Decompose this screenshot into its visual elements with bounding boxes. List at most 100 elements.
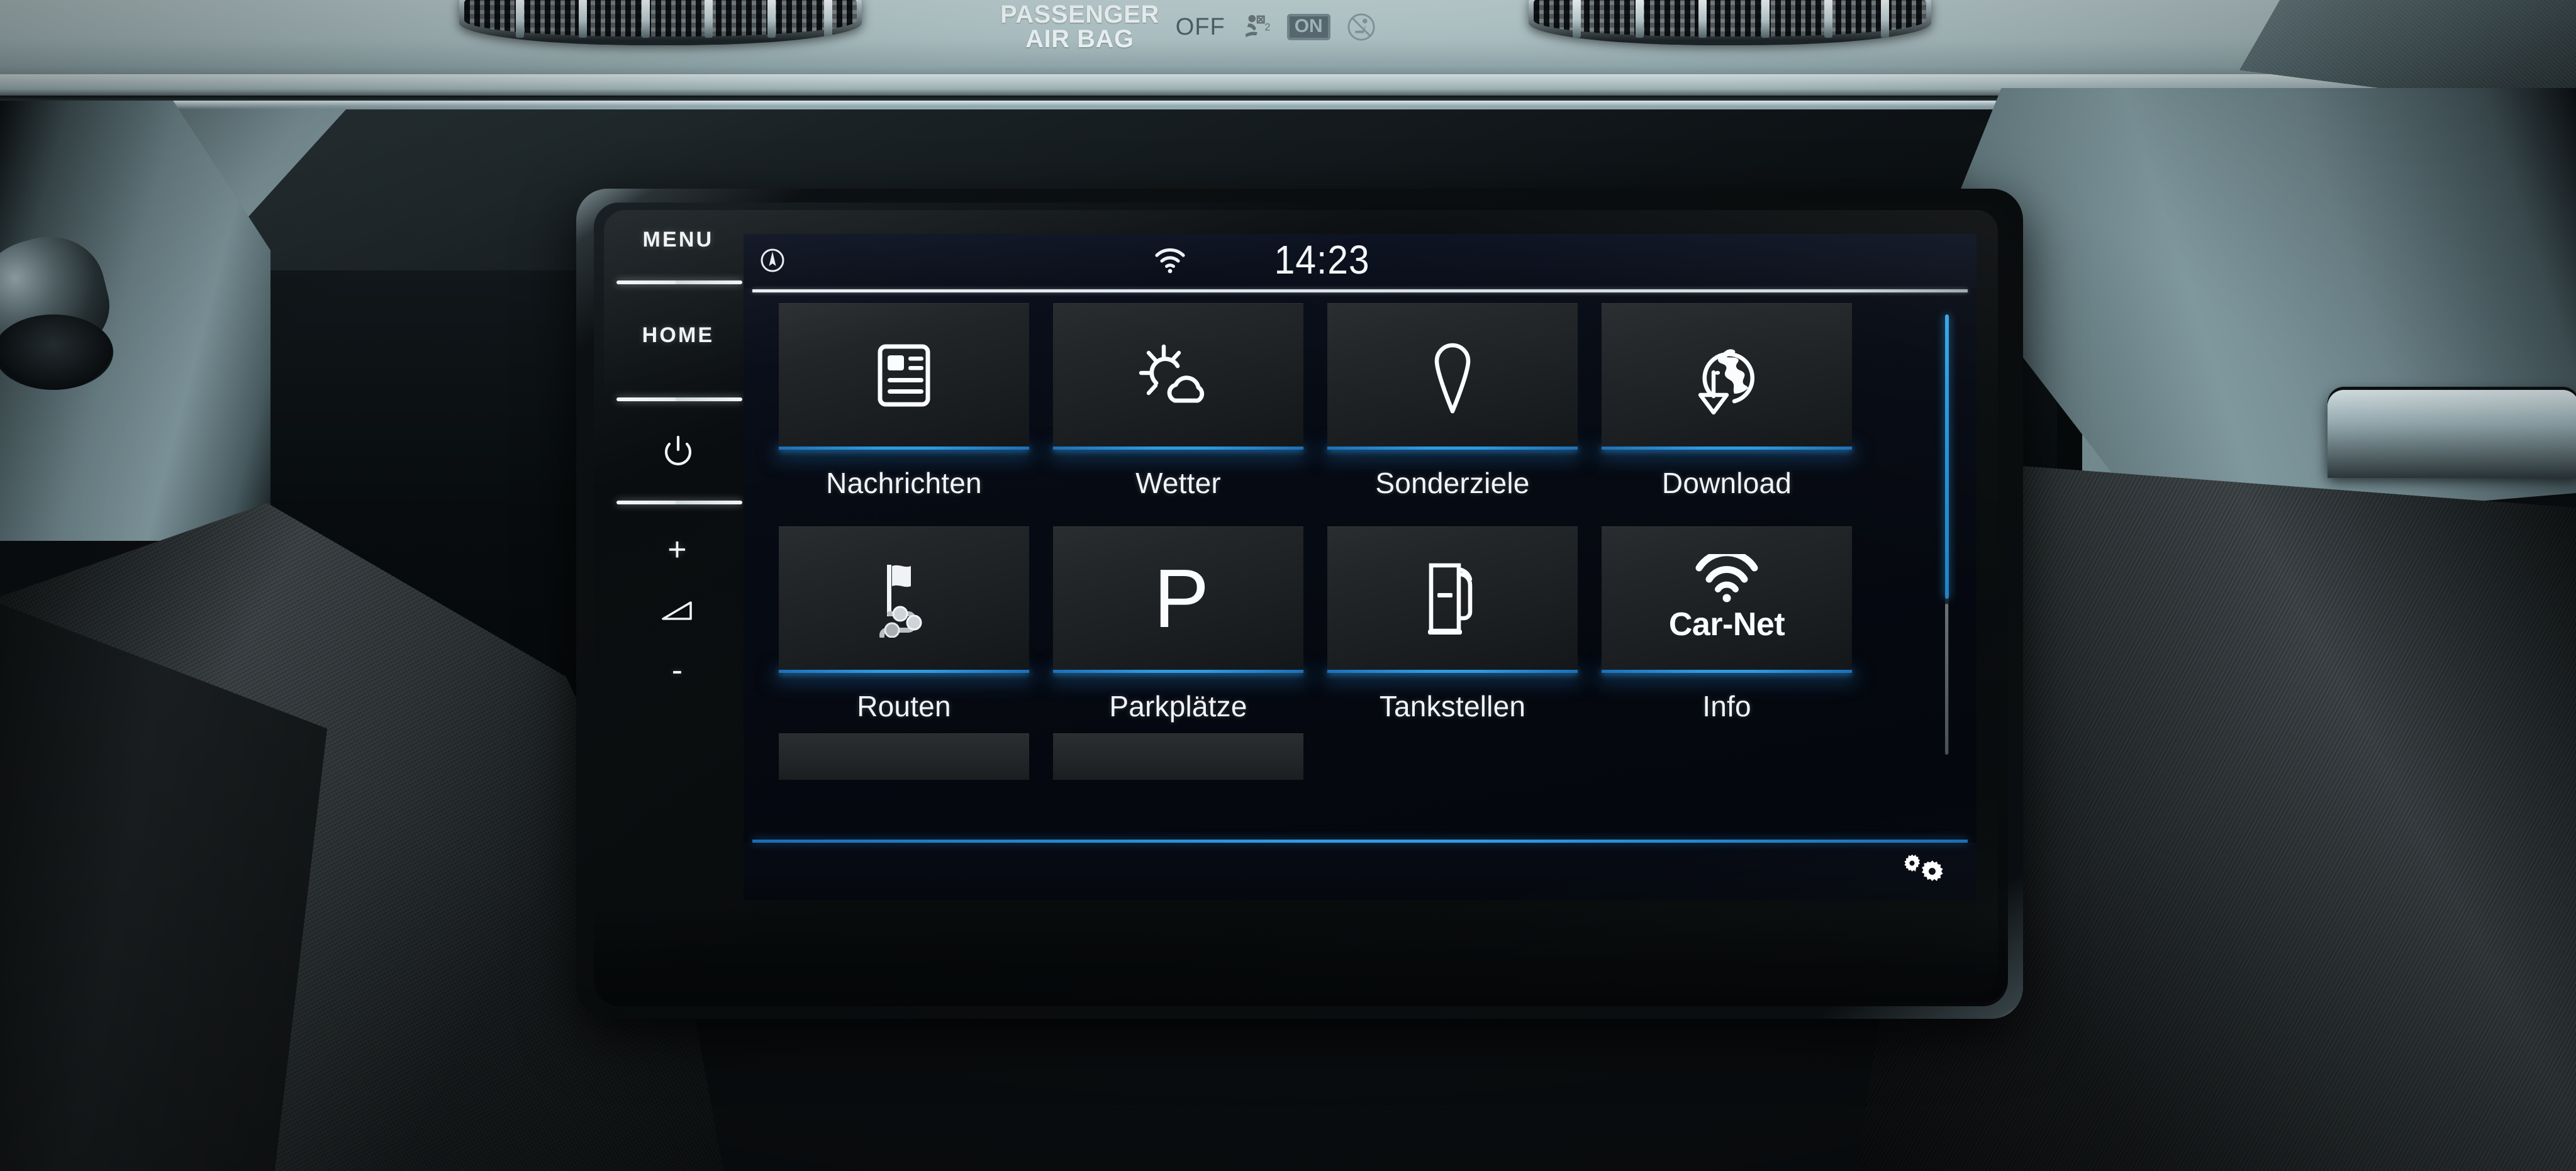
passenger-airbag-indicator: PASSENGER AIR BAG OFF 2 ON xyxy=(1000,1,1376,53)
gears-icon xyxy=(1904,854,1943,881)
menu-grid-row: Routen P Parkplätze Tankstellen Car-Net … xyxy=(779,526,1892,723)
tile-download[interactable]: Download xyxy=(1602,303,1852,500)
tile-download-box[interactable] xyxy=(1602,303,1852,447)
air-vent-right[interactable] xyxy=(1529,0,1931,45)
no-child-seat-icon xyxy=(1347,13,1375,41)
vent-slat xyxy=(1698,0,1707,38)
tile-tankstellen-box[interactable] xyxy=(1327,526,1578,670)
parking-p-icon: P xyxy=(1154,555,1209,643)
vent-slat xyxy=(579,0,587,38)
tile-wetter-label: Wetter xyxy=(1135,467,1221,499)
tile-info-accent xyxy=(1602,670,1852,673)
tile-parkplaetze-accent xyxy=(1053,670,1303,673)
tile-routen-accent xyxy=(779,670,1029,673)
status-bar-divider xyxy=(752,289,1968,292)
tile-row3-partial[interactable] xyxy=(1053,733,1303,780)
bezel-key-divider xyxy=(616,280,742,284)
home-button[interactable]: HOME xyxy=(603,323,754,348)
volume-up-button[interactable]: + xyxy=(603,531,754,569)
globe-download-icon xyxy=(1698,348,1755,414)
bezel-key-divider xyxy=(616,397,742,401)
vent-slat xyxy=(516,0,524,38)
tile-info-label: Info xyxy=(1702,690,1751,723)
tile-routen[interactable]: Routen xyxy=(779,526,1029,723)
car-net-wordmark: Car-Net xyxy=(1668,606,1785,643)
tile-info-box[interactable]: Car-Net xyxy=(1602,526,1852,670)
airbag-title: PASSENGER AIR BAG xyxy=(1000,1,1159,53)
tile-row3-box[interactable] xyxy=(1053,733,1303,780)
svg-text:P: P xyxy=(1154,555,1209,643)
news-icon xyxy=(878,344,930,406)
menu-grid: Nachrichten Wetter Sonderziele Download … xyxy=(779,303,1892,780)
tile-tankstellen[interactable]: Tankstellen xyxy=(1327,526,1578,723)
vent-slat xyxy=(1881,0,1889,38)
dash-right-handle[interactable] xyxy=(2328,390,2576,478)
menu-button[interactable]: MENU xyxy=(603,228,754,252)
menu-grid-row-partial xyxy=(779,733,1892,780)
status-bar: 14:23 xyxy=(744,234,1977,288)
tile-parkplaetze[interactable]: P Parkplätze xyxy=(1053,526,1303,723)
power-icon xyxy=(664,435,692,465)
menu-grid-row-gap xyxy=(779,500,1892,526)
vent-slat xyxy=(1636,0,1644,38)
tile-wetter-box[interactable] xyxy=(1053,303,1303,447)
tile-routen-label: Routen xyxy=(857,690,951,723)
air-vent-right-grille xyxy=(1534,0,1926,36)
navigation-status-button[interactable] xyxy=(757,245,788,275)
power-button[interactable] xyxy=(603,435,754,470)
tile-parkplaetze-label: Parkplätze xyxy=(1109,690,1247,723)
tile-sonderziele-box[interactable] xyxy=(1327,303,1578,447)
airbag-off-label: OFF xyxy=(1175,13,1225,40)
tile-parkplaetze-box[interactable]: P xyxy=(1053,526,1303,670)
vent-slat xyxy=(767,0,776,38)
vent-slat xyxy=(1761,0,1770,38)
wifi-status-icon xyxy=(1154,247,1186,274)
volume-indicator xyxy=(603,599,754,624)
tile-info[interactable]: Car-Net Info xyxy=(1602,526,1852,723)
tile-row3-partial[interactable] xyxy=(779,733,1029,780)
flag-route-icon xyxy=(879,564,922,638)
fuel-pump-icon xyxy=(1428,563,1473,635)
vent-slat xyxy=(705,0,713,38)
tile-row3-box[interactable] xyxy=(779,733,1029,780)
tile-download-label: Download xyxy=(1661,467,1792,499)
vertical-scrollbar[interactable] xyxy=(1945,314,1949,755)
tile-sonderziele-label: Sonderziele xyxy=(1375,467,1530,499)
volume-down-button[interactable]: - xyxy=(603,652,754,689)
airbag-title-line1: PASSENGER xyxy=(1000,1,1159,28)
vent-slat xyxy=(1573,0,1581,38)
car-net-wifi-icon xyxy=(1695,553,1758,602)
car-interior-dashboard: PASSENGER AIR BAG OFF 2 ON MENU HOME + -… xyxy=(0,0,2576,1171)
vent-slat xyxy=(642,0,650,38)
scrollbar-track-remainder[interactable] xyxy=(1945,604,1948,755)
wifi-icon xyxy=(1155,248,1185,274)
menu-grid-row-gap xyxy=(779,723,1892,733)
scrollbar-thumb[interactable] xyxy=(1945,314,1949,599)
tile-wetter[interactable]: Wetter xyxy=(1053,303,1303,500)
tile-nachrichten[interactable]: Nachrichten xyxy=(779,303,1029,500)
map-pin-icon xyxy=(1434,343,1471,413)
volume-wedge-icon xyxy=(662,601,692,620)
car-net-logo: Car-Net xyxy=(1668,553,1785,643)
air-vent-left[interactable] xyxy=(459,0,862,45)
airbag-on-label: ON xyxy=(1286,14,1330,41)
svg-text:2: 2 xyxy=(1264,22,1270,33)
tile-sonderziele[interactable]: Sonderziele xyxy=(1327,303,1578,500)
tile-routen-box[interactable] xyxy=(779,526,1029,670)
bezel-hardkeys: MENU HOME + - xyxy=(603,220,754,981)
settings-button[interactable] xyxy=(1890,849,1950,893)
bezel-key-divider xyxy=(616,501,742,504)
airbag-deploy-icon: 2 xyxy=(1245,15,1270,38)
tile-nachrichten-label: Nachrichten xyxy=(826,467,982,499)
airbag-title-line2: AIR BAG xyxy=(1025,25,1134,53)
sun-cloud-icon xyxy=(1139,344,1205,402)
tile-nachrichten-box[interactable] xyxy=(779,303,1029,447)
menu-grid-row: Nachrichten Wetter Sonderziele Download xyxy=(779,303,1892,500)
vent-slat xyxy=(1824,0,1832,38)
tile-wetter-accent xyxy=(1053,447,1303,450)
tile-nachrichten-accent xyxy=(779,447,1029,450)
infotainment-screen[interactable]: 14:23 Nachrichten Wetter Sonderziele Dow… xyxy=(744,234,1977,901)
bottom-toolbar xyxy=(744,843,1977,901)
tile-tankstellen-accent xyxy=(1327,670,1578,673)
tile-download-accent xyxy=(1602,447,1852,450)
